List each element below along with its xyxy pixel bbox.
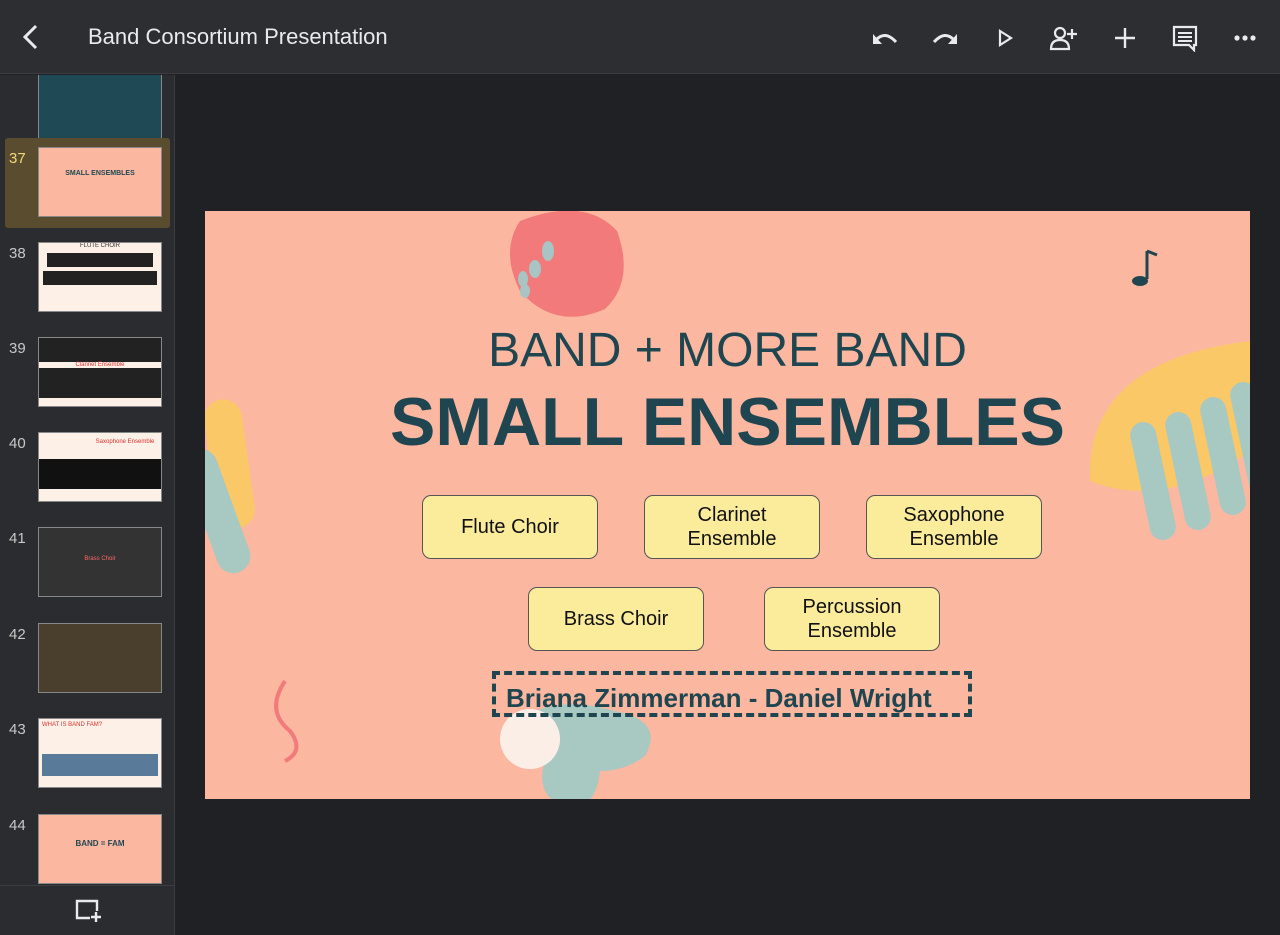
treble-clef-icon — [274, 679, 299, 763]
ensemble-box-saxophone: Saxophone Ensemble — [866, 495, 1042, 559]
ensemble-box-brass-choir: Brass Choir — [528, 587, 704, 651]
slide-filmstrip[interactable]: 37 SMALL ENSEMBLES 38 FLUTE CHOIR 39 Clarin… — [0, 75, 175, 935]
slide-thumbnail-39[interactable]: 39 Clarinet Ensemble — [5, 328, 170, 418]
thumb-image: BAND = FAM — [38, 814, 162, 884]
thumb-title: Brass Choir — [84, 556, 116, 562]
slide-title: SMALL ENSEMBLES — [389, 384, 1066, 460]
slide-number: 43 — [9, 721, 26, 738]
thumb-title: Saxophone Ensemble — [95, 439, 155, 445]
thumb-title: Clarinet Ensemble — [75, 362, 125, 368]
new-slide-button[interactable] — [74, 898, 102, 929]
redo-icon — [932, 34, 957, 44]
slide-number: 39 — [9, 340, 26, 357]
presentation-title: Band Consortium Presentation — [88, 24, 388, 49]
thumb-image: Saxophone Ensemble — [38, 432, 162, 502]
redo-button[interactable] — [929, 22, 961, 54]
thumb-image: WHAT IS BAND FAM? — [38, 718, 162, 788]
thumb-title: FLUTE CHOIR — [79, 243, 120, 249]
share-button[interactable] — [1048, 22, 1080, 54]
more-horizontal-icon — [1234, 35, 1256, 41]
back-button[interactable] — [16, 22, 46, 52]
blob-decoration — [510, 211, 624, 317]
filmstrip-bottom-bar — [0, 885, 174, 935]
thumb-image: Brass Choir — [38, 527, 162, 597]
slide-thumbnail-44[interactable]: 44 BAND = FAM — [5, 805, 170, 895]
more-options-button[interactable] — [1229, 22, 1261, 54]
slide-thumbnail-43[interactable]: 43 WHAT IS BAND FAM? — [5, 709, 170, 799]
slide-thumbnail-37[interactable]: 37 SMALL ENSEMBLES — [5, 138, 170, 228]
slide-thumbnail-42[interactable]: 42 — [5, 614, 170, 704]
undo-icon — [873, 34, 898, 44]
undo-button[interactable] — [869, 22, 901, 54]
slide-thumbnail-40[interactable]: 40 Saxophone Ensemble — [5, 423, 170, 513]
thumb-image — [38, 623, 162, 693]
chevron-left-icon — [22, 24, 38, 50]
slide-number: 40 — [9, 435, 26, 452]
slide-canvas[interactable]: BAND + MORE BAND SMALL ENSEMBLES Flute C… — [205, 211, 1250, 799]
slide-number: 41 — [9, 530, 26, 547]
slide-number: 42 — [9, 626, 26, 643]
add-person-icon — [1049, 26, 1077, 51]
insert-button[interactable] — [1109, 22, 1141, 54]
ensemble-box-clarinet: Clarinet Ensemble — [644, 495, 820, 559]
thumb-image: FLUTE CHOIR — [38, 242, 162, 312]
ensemble-box-percussion: Percussion Ensemble — [764, 587, 940, 651]
thumb-image: Clarinet Ensemble — [38, 337, 162, 407]
top-app-bar: Band Consortium Presentation — [0, 0, 1280, 74]
thumb-image: SMALL ENSEMBLES — [38, 147, 162, 217]
slide-thumbnail-38[interactable]: 38 FLUTE CHOIR — [5, 233, 170, 323]
present-button[interactable] — [989, 22, 1021, 54]
ensemble-box-flute-choir: Flute Choir — [422, 495, 598, 559]
thumb-title: BAND = FAM — [75, 839, 125, 848]
thumb-title: WHAT IS BAND FAM? — [42, 722, 103, 728]
slide-thumbnail-41[interactable]: 41 Brass Choir — [5, 518, 170, 608]
plus-icon — [1115, 28, 1135, 48]
presenter-names: Briana Zimmerman - Daniel Wright — [492, 671, 972, 717]
slide-number: 38 — [9, 245, 26, 262]
slide-number: 37 — [9, 150, 26, 167]
comments-button[interactable] — [1169, 22, 1201, 54]
slide-number: 44 — [9, 817, 26, 834]
thumb-title: SMALL ENSEMBLES — [65, 170, 135, 177]
add-slide-icon — [75, 899, 101, 922]
comment-icon — [1172, 25, 1198, 52]
thumb-image — [38, 75, 162, 142]
slide-subtitle: BAND + MORE BAND — [488, 324, 967, 377]
play-icon — [998, 28, 1014, 48]
